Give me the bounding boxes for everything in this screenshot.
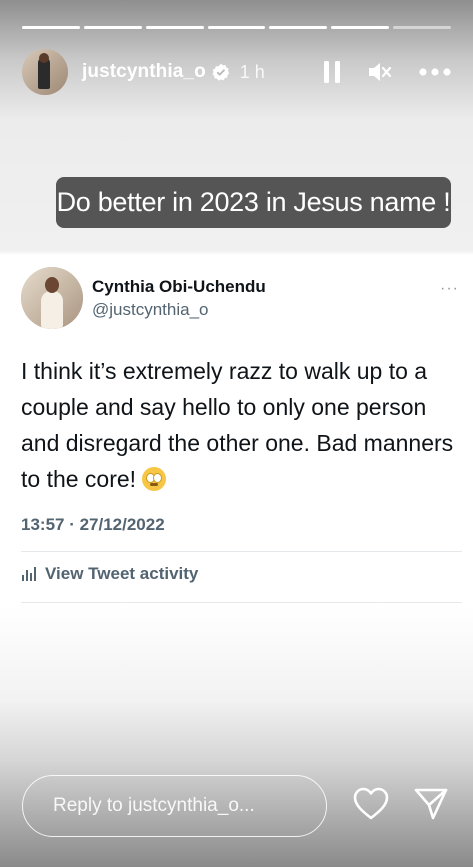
story-progress (22, 26, 452, 29)
progress-segment (207, 26, 266, 29)
tweet-text: I think it’s extremely razz to walk up t… (21, 353, 461, 497)
tweet-activity: View Tweet activity (21, 564, 198, 584)
tweet-timestamp: 13:57 · 27/12/2022 (21, 515, 165, 534)
flushed-face-emoji-icon (142, 467, 167, 491)
mute-icon[interactable] (367, 60, 393, 84)
tweet-author-name: Cynthia Obi-Uchendu (92, 277, 266, 296)
tweet-activity-label: View Tweet activity (45, 564, 199, 583)
more-icon[interactable] (419, 68, 451, 76)
story-caption: Do better in 2023 in Jesus name ! (56, 177, 451, 228)
tweet-text-content: I think it’s extremely razz to walk up t… (21, 358, 454, 492)
story-time: 1 h (239, 61, 265, 82)
username[interactable]: justcynthia_o (82, 61, 206, 83)
reply-input[interactable]: Reply to justcynthia_o... (22, 775, 327, 837)
divider (21, 551, 462, 552)
story-header: justcynthia_o 1 h (22, 48, 451, 96)
progress-segment-current (393, 26, 452, 29)
progress-segment (22, 26, 80, 29)
send-icon[interactable] (413, 787, 449, 826)
progress-segment (269, 26, 328, 29)
pause-icon[interactable] (323, 60, 341, 84)
progress-segment (331, 26, 390, 29)
heart-icon[interactable] (353, 787, 389, 826)
divider (21, 602, 462, 603)
tweet-author-handle: @justcynthia_o (92, 300, 209, 319)
story-frame: justcynthia_o 1 h Do better in 2023 in J… (0, 0, 473, 867)
tweet-card: Cynthia Obi-Uchendu @justcynthia_o ··· I… (0, 252, 473, 604)
tweet-avatar (21, 267, 83, 329)
bar-chart-icon (22, 567, 36, 581)
avatar[interactable] (22, 49, 68, 95)
tweet-more-icon: ··· (440, 280, 459, 297)
progress-segment (83, 26, 142, 29)
progress-segment (145, 26, 204, 29)
verified-badge-icon (212, 63, 230, 81)
reply-placeholder: Reply to justcynthia_o... (53, 795, 255, 816)
